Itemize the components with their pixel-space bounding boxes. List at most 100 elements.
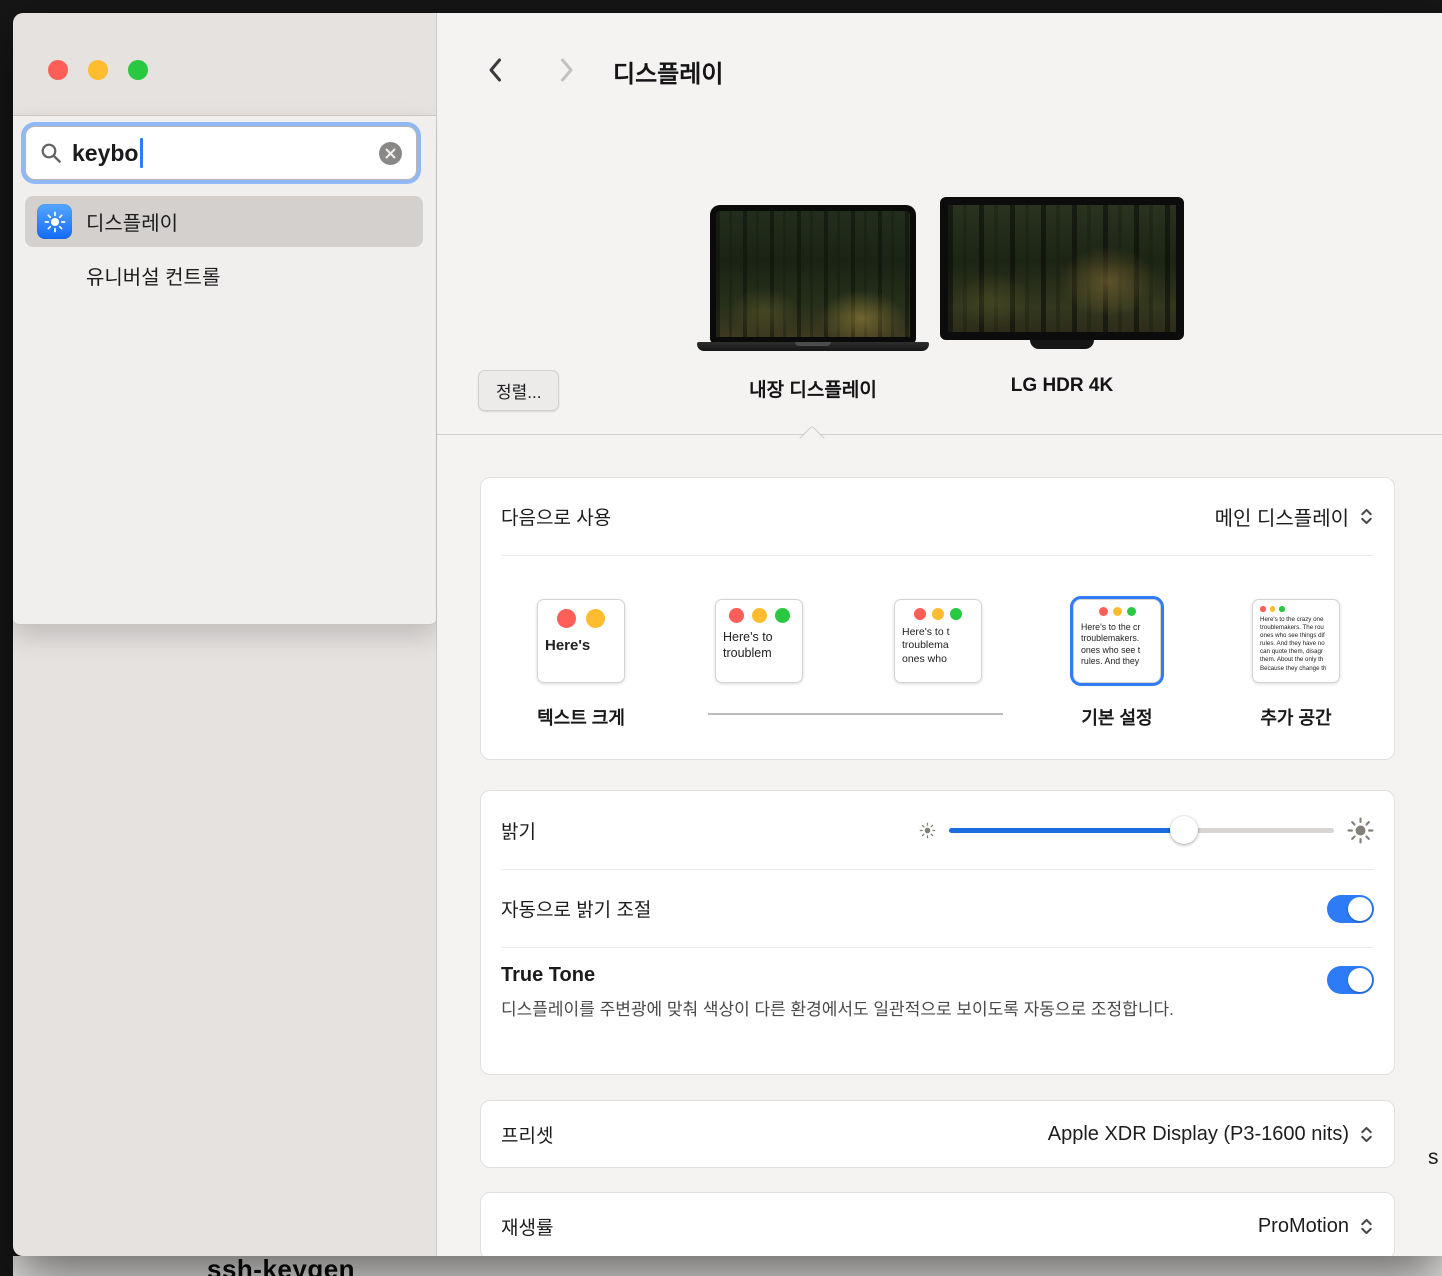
scaling-option-more-space[interactable]: Here's to the crazy one troublemakers. T… xyxy=(1252,599,1340,683)
chevron-up-down-icon xyxy=(1359,1216,1374,1237)
scaling-option-3[interactable]: Here's to t troublema ones who xyxy=(894,599,982,683)
true-tone-row: True Tone 디스플레이를 주변광에 맞춰 색상이 다른 환경에서도 일관… xyxy=(481,948,1394,1023)
laptop-base xyxy=(697,342,929,351)
use-as-popup[interactable]: 메인 디스플레이 xyxy=(1215,502,1374,531)
use-as-label: 다음으로 사용 xyxy=(501,503,611,530)
builtin-display-preview[interactable] xyxy=(710,205,916,351)
brightness-label: 밝기 xyxy=(501,817,536,844)
true-tone-toggle[interactable] xyxy=(1327,966,1374,994)
display-brightness-icon xyxy=(37,204,72,239)
preset-popup[interactable]: Apple XDR Display (P3-1600 nits) xyxy=(1048,1123,1374,1146)
window-controls xyxy=(48,60,148,80)
sidebar: keybo xyxy=(13,13,437,1256)
refresh-rate-card: 재생률 ProMotion xyxy=(480,1192,1395,1256)
preview-text-line: Here's to the crazy one xyxy=(1260,616,1332,624)
preview-text-line: ones who xyxy=(902,653,974,666)
display-config-card: 다음으로 사용 메인 디스플레이 Here's xyxy=(480,477,1395,760)
refresh-rate-value: ProMotion xyxy=(1258,1215,1349,1238)
section-divider xyxy=(437,434,1442,435)
search-icon xyxy=(40,142,62,164)
brightness-card: 밝기 xyxy=(480,790,1395,1075)
refresh-rate-row: 재생률 ProMotion xyxy=(481,1193,1394,1256)
true-tone-label: True Tone xyxy=(501,964,1374,987)
builtin-display-name: 내장 디스플레이 xyxy=(749,375,877,402)
preview-text-line: Because they change th xyxy=(1260,665,1332,673)
preview-text-line: Here's to the cr xyxy=(1081,622,1153,633)
preset-row: 프리셋 Apple XDR Display (P3-1600 nits) xyxy=(481,1101,1394,1167)
search-results-popover: keybo xyxy=(13,115,436,625)
system-settings-window: keybo xyxy=(13,13,1442,1256)
scaling-option-larger-text[interactable]: Here's xyxy=(537,599,625,683)
preview-text-line: can quote them, disagr xyxy=(1260,648,1332,656)
preview-text-line: ones who see t xyxy=(1081,645,1153,656)
external-display-screen xyxy=(940,197,1184,340)
refresh-rate-popup[interactable]: ProMotion xyxy=(1258,1215,1374,1238)
chevron-up-down-icon xyxy=(1359,1124,1374,1145)
preview-text-line: troublem xyxy=(723,645,795,661)
search-result-label: 디스플레이 xyxy=(86,207,178,236)
chevron-left-icon xyxy=(487,57,503,83)
display-settings-pane: 디스플레이 내장 디스플레이 LG HDR 4K 정렬... 다음으로 사용 메… xyxy=(437,13,1442,1256)
preview-text-line: ones who see things dif xyxy=(1260,632,1332,640)
scaling-option-default[interactable]: Here's to the cr troublemakers. ones who… xyxy=(1073,599,1161,683)
preview-text-line: Here's xyxy=(545,637,617,654)
search-results-list: 디스플레이 유니버설 컨트롤 xyxy=(25,196,423,297)
background-window-strip: ssh-keygen xyxy=(13,1256,1442,1276)
auto-brightness-toggle[interactable] xyxy=(1327,895,1374,923)
preview-text-line: rules. And they xyxy=(1081,656,1153,667)
brightness-slider[interactable] xyxy=(949,816,1334,844)
background-text-fragment: s xyxy=(1428,1146,1439,1170)
preview-text-line: them. About the only th xyxy=(1260,656,1332,664)
toggle-knob xyxy=(1348,897,1372,921)
x-icon xyxy=(385,148,396,159)
resolution-options: Here's Here's to troublem Here's to t tr… xyxy=(481,556,1394,760)
scaling-label-default: 기본 설정 xyxy=(1081,704,1152,730)
brightness-max-sun-icon xyxy=(1347,817,1374,844)
search-query-text: keybo xyxy=(72,140,138,167)
zoom-button[interactable] xyxy=(128,60,148,80)
clear-search-button[interactable] xyxy=(379,142,402,165)
background-terminal-text: ssh-keygen xyxy=(207,1256,355,1276)
slider-knob[interactable] xyxy=(1170,816,1198,844)
preset-label: 프리셋 xyxy=(501,1121,553,1148)
scaling-label-larger-text: 텍스트 크게 xyxy=(537,704,625,730)
toggle-knob xyxy=(1348,968,1372,992)
scaling-label-more-space: 추가 공간 xyxy=(1260,704,1331,730)
mini-window-dots xyxy=(895,608,981,620)
builtin-display-screen xyxy=(710,205,916,343)
preview-text-line: troublema xyxy=(902,639,974,652)
external-display-name: LG HDR 4K xyxy=(1011,375,1113,397)
mini-window-dots xyxy=(538,609,624,628)
scaling-option-2[interactable]: Here's to troublem xyxy=(715,599,803,683)
true-tone-description: 디스플레이를 주변광에 맞춰 색상이 다른 환경에서도 일관적으로 보이도록 자… xyxy=(501,997,1236,1023)
use-as-value: 메인 디스플레이 xyxy=(1215,502,1349,531)
search-input[interactable]: keybo xyxy=(25,126,417,180)
search-result-universal-control[interactable]: 유니버설 컨트롤 xyxy=(25,253,423,297)
auto-brightness-row: 자동으로 밝기 조절 xyxy=(481,870,1394,947)
preset-card: 프리셋 Apple XDR Display (P3-1600 nits) xyxy=(480,1100,1395,1168)
use-as-row: 다음으로 사용 메인 디스플레이 xyxy=(481,478,1394,555)
preview-text-line: rules. And they have no xyxy=(1260,640,1332,648)
preview-text-line: Here's to xyxy=(723,629,795,645)
chevron-up-down-icon xyxy=(1359,506,1374,527)
scaling-connector-line xyxy=(708,713,1003,715)
back-button[interactable] xyxy=(487,57,503,86)
preset-value: Apple XDR Display (P3-1600 nits) xyxy=(1048,1123,1349,1146)
selected-display-caret xyxy=(799,425,824,450)
close-button[interactable] xyxy=(48,60,68,80)
slider-fill xyxy=(949,828,1184,833)
brightness-row: 밝기 xyxy=(481,791,1394,869)
chevron-right-icon xyxy=(559,57,575,83)
refresh-rate-label: 재생률 xyxy=(501,1213,553,1240)
external-display-preview[interactable] xyxy=(940,197,1184,349)
mini-window-dots xyxy=(716,608,802,623)
mini-window-dots xyxy=(1074,607,1160,616)
arrange-button[interactable]: 정렬... xyxy=(478,370,559,411)
search-result-displays[interactable]: 디스플레이 xyxy=(25,196,423,247)
preview-text-line: troublemakers. The rou xyxy=(1260,624,1332,632)
forward-button[interactable] xyxy=(559,57,575,86)
monitor-stand xyxy=(1030,340,1094,349)
minimize-button[interactable] xyxy=(88,60,108,80)
preview-text-line: troublemakers. xyxy=(1081,633,1153,644)
page-title: 디스플레이 xyxy=(613,54,723,89)
